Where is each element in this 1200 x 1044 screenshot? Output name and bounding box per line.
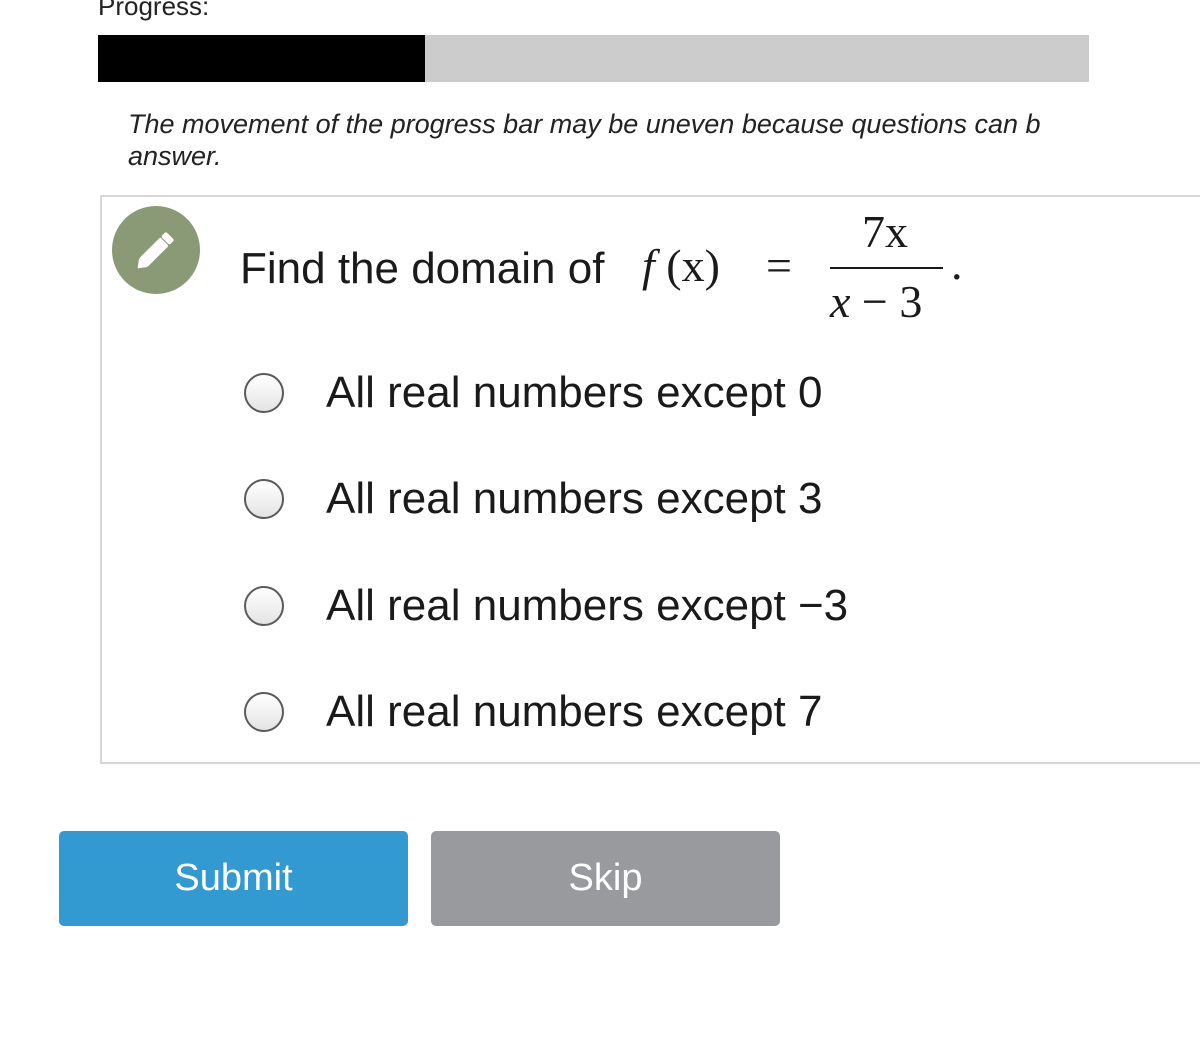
option-label: All real numbers except 7: [326, 687, 823, 736]
option-except-7[interactable]: All real numbers except 7: [244, 682, 822, 742]
function-name: f (x): [642, 239, 720, 292]
fraction-numerator: 7x: [862, 206, 908, 257]
pencil-icon: [112, 206, 200, 294]
function-argument: (x): [666, 240, 720, 291]
question-period: .: [951, 238, 963, 289]
radio-button[interactable]: [244, 373, 284, 413]
denominator-constant: − 3: [850, 276, 923, 327]
radio-button[interactable]: [244, 586, 284, 626]
radio-button[interactable]: [244, 692, 284, 732]
denominator-variable: x: [830, 276, 851, 327]
option-label: All real numbers except −3: [326, 581, 849, 630]
option-label: All real numbers except 0: [326, 368, 823, 417]
radio-button[interactable]: [244, 479, 284, 519]
question-card: Find the domain of f (x) = 7x x − 3 . Al…: [100, 195, 1200, 764]
progress-bar-fill: [98, 35, 426, 82]
submit-button[interactable]: Submit: [59, 831, 408, 926]
option-except-0[interactable]: All real numbers except 0: [244, 363, 822, 423]
skip-button[interactable]: Skip: [431, 831, 780, 926]
option-except-negative-3[interactable]: All real numbers except −3: [244, 576, 848, 636]
question-prompt: Find the domain of: [240, 244, 605, 293]
fraction-denominator: x − 3: [830, 275, 922, 328]
progress-label: Progress:: [98, 0, 210, 21]
option-except-3[interactable]: All real numbers except 3: [244, 469, 822, 529]
progress-note: The movement of the progress bar may be …: [128, 108, 1200, 172]
fraction-bar: [830, 267, 943, 269]
progress-note-line1: The movement of the progress bar may be …: [128, 109, 1041, 139]
option-label: All real numbers except 3: [326, 474, 823, 523]
progress-note-line2: answer.: [128, 141, 222, 171]
function-symbol: f: [642, 240, 655, 291]
equals-sign: =: [766, 240, 792, 291]
progress-bar: [98, 35, 1089, 82]
